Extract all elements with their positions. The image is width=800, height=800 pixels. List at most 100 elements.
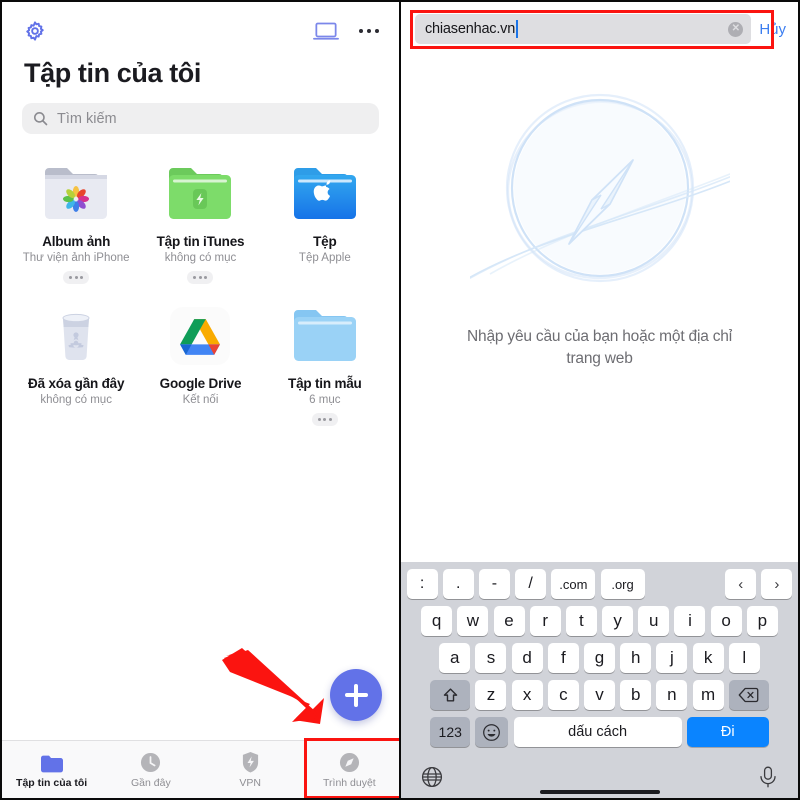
google-drive-icon	[157, 304, 243, 368]
bottom-tab-bar: Tập tin của tôi Gần đây VPN Trình duyệt	[2, 738, 399, 798]
folder-item[interactable]: Google Drive Kết nối	[138, 304, 262, 426]
key-prev-suggestion[interactable]: ‹	[725, 569, 757, 599]
laptop-icon[interactable]	[312, 21, 339, 41]
key-y[interactable]: y	[602, 606, 634, 636]
app-header	[2, 2, 399, 42]
search-placeholder: Tìm kiếm	[57, 110, 117, 127]
address-bar-row: chiasenhac.vn ✕ Hủy	[401, 2, 798, 54]
folder-name: Tệp	[313, 234, 337, 249]
folder-item[interactable]: Đã xóa gần đây không có mục	[14, 304, 138, 426]
key-dot-org[interactable]: .org	[600, 569, 645, 599]
keyboard-row-3: z x c v b n m	[404, 680, 795, 710]
more-horizontal-icon[interactable]	[358, 28, 379, 34]
key-m[interactable]: m	[692, 680, 724, 710]
key-go[interactable]: Đi	[686, 717, 769, 747]
key-j[interactable]: j	[656, 643, 688, 673]
compass-icon	[339, 751, 360, 773]
key-d[interactable]: d	[511, 643, 543, 673]
key-hyphen[interactable]: -	[478, 569, 510, 599]
key-colon[interactable]: :	[406, 569, 438, 599]
key-next-suggestion[interactable]: ›	[761, 569, 793, 599]
key-a[interactable]: a	[439, 643, 471, 673]
address-input[interactable]: chiasenhac.vn ✕	[415, 14, 752, 44]
key-space[interactable]: dấu cách	[513, 717, 682, 747]
search-icon	[33, 111, 48, 126]
key-p[interactable]: p	[746, 606, 778, 636]
folder-item[interactable]: Album ảnh Thư viện ảnh iPhone	[14, 162, 138, 284]
folder-grid: Album ảnh Thư viện ảnh iPhone Tập tin iT…	[2, 134, 399, 426]
search-input[interactable]: Tìm kiếm	[22, 103, 379, 134]
address-value: chiasenhac.vn	[425, 21, 516, 37]
clear-circle-icon[interactable]: ✕	[728, 21, 744, 37]
annotation-arrow	[222, 648, 324, 724]
key-dot-com[interactable]: .com	[551, 569, 596, 599]
tab-recent[interactable]: Gần đây	[101, 741, 200, 798]
text-caret	[516, 20, 519, 38]
key-u[interactable]: u	[638, 606, 670, 636]
key-s[interactable]: s	[475, 643, 507, 673]
shift-icon[interactable]	[430, 680, 471, 710]
tab-label: Trình duyệt	[323, 776, 376, 789]
folder-subtitle: không có mục	[164, 252, 237, 264]
globe-icon[interactable]	[420, 765, 444, 789]
itunes-folder-icon	[157, 162, 243, 226]
tab-my-files[interactable]: Tập tin của tôi	[2, 741, 101, 798]
key-b[interactable]: b	[620, 680, 652, 710]
key-z[interactable]: z	[475, 680, 507, 710]
search-container: Tìm kiếm	[2, 89, 399, 134]
folder-more-button[interactable]	[63, 271, 90, 284]
key-q[interactable]: q	[421, 606, 453, 636]
folder-name: Google Drive	[159, 376, 242, 391]
trash-icon	[33, 304, 119, 368]
files-app-panel: Tập tin của tôi Tìm kiếm Album ảnh Thư v…	[0, 0, 400, 800]
keyboard-row-1: q w e r t y u i o p	[404, 606, 795, 636]
folder-subtitle: Kết nối	[182, 394, 219, 406]
key-slash[interactable]: /	[515, 569, 547, 599]
folder-item[interactable]: Tập tin mẫu 6 mục	[263, 304, 387, 426]
key-o[interactable]: o	[710, 606, 742, 636]
tab-label: VPN	[239, 776, 261, 789]
key-e[interactable]: e	[493, 606, 525, 636]
start-page: Nhập yêu cầu của bạn hoặc một địa chỉ tr…	[401, 54, 798, 562]
key-numbers[interactable]: 123	[430, 717, 471, 747]
virtual-keyboard: : . - / .com .org ‹ › q w e r t y u i o	[401, 562, 798, 798]
folder-name: Tập tin iTunes	[156, 234, 245, 249]
key-i[interactable]: i	[674, 606, 706, 636]
key-f[interactable]: f	[547, 643, 579, 673]
folder-item[interactable]: Tập tin iTunes không có mục	[138, 162, 262, 284]
key-period[interactable]: .	[442, 569, 474, 599]
cancel-button[interactable]: Hủy	[759, 21, 790, 38]
keyboard-row-2: a s d f g h j k l	[404, 643, 795, 673]
key-n[interactable]: n	[656, 680, 688, 710]
microphone-icon[interactable]	[757, 765, 779, 789]
add-button[interactable]	[330, 669, 382, 721]
folder-item[interactable]: Tệp Tệp Apple	[263, 162, 387, 284]
key-l[interactable]: l	[728, 643, 760, 673]
tab-label: Gần đây	[131, 776, 171, 789]
key-c[interactable]: c	[547, 680, 579, 710]
folder-more-button[interactable]	[187, 271, 214, 284]
folder-subtitle: Thư viện ảnh iPhone	[22, 252, 130, 264]
clock-icon	[140, 751, 161, 773]
key-h[interactable]: h	[620, 643, 652, 673]
folder-icon	[40, 751, 64, 773]
keyboard-symbol-row: : . - / .com .org ‹ ›	[404, 567, 795, 599]
key-t[interactable]: t	[565, 606, 597, 636]
photos-folder-icon	[33, 162, 119, 226]
emoji-icon[interactable]	[475, 717, 509, 747]
tab-vpn[interactable]: VPN	[201, 741, 300, 798]
key-g[interactable]: g	[584, 643, 615, 673]
shield-bolt-icon	[241, 751, 260, 773]
key-v[interactable]: v	[584, 680, 615, 710]
backspace-icon[interactable]	[728, 680, 769, 710]
apple-folder-icon	[282, 162, 368, 226]
key-k[interactable]: k	[692, 643, 724, 673]
tab-browser[interactable]: Trình duyệt	[300, 741, 399, 798]
gear-icon[interactable]	[24, 20, 46, 42]
start-page-message: Nhập yêu cầu của bạn hoặc một địa chỉ tr…	[467, 328, 732, 367]
folder-more-button[interactable]	[311, 413, 338, 426]
folder-name: Tập tin mẫu	[288, 376, 362, 391]
key-x[interactable]: x	[511, 680, 543, 710]
key-r[interactable]: r	[529, 606, 561, 636]
key-w[interactable]: w	[457, 606, 489, 636]
